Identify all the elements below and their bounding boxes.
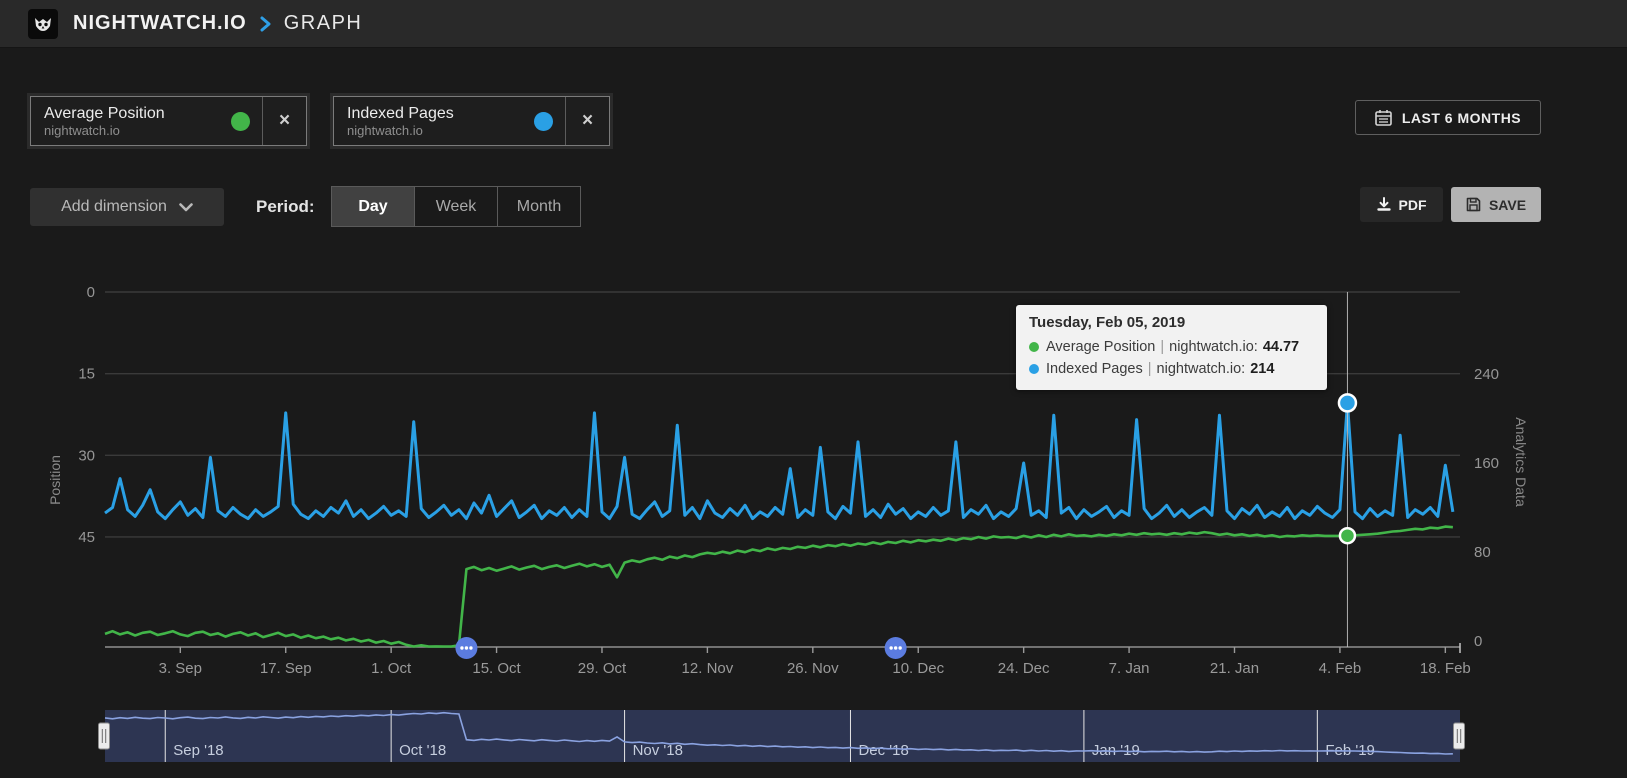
x-axis-tick-label: 4. Feb [1319, 660, 1362, 677]
left-axis-title: Position [47, 455, 63, 505]
x-axis-tick-label: 21. Jan [1210, 660, 1259, 677]
annotation-dot [460, 646, 463, 649]
annotation-dot [898, 646, 901, 649]
highlighted-point-indexed-pages[interactable] [1339, 394, 1356, 411]
x-axis-tick-label: 18. Feb [1420, 660, 1471, 677]
y-axis-tick-label: 15 [78, 366, 95, 383]
x-axis-tick-label: 10. Dec [892, 660, 944, 677]
range-handle-right[interactable] [1454, 723, 1465, 749]
x-axis-tick-label: 17. Sep [260, 660, 312, 677]
x-axis-tick-label: 29. Oct [578, 660, 627, 677]
range-handle-left[interactable] [99, 723, 110, 749]
annotation-dot [465, 646, 468, 649]
x-axis-tick-label: 26. Nov [787, 660, 839, 677]
tooltip-separator: | [1160, 336, 1164, 358]
average-position-line [105, 527, 1453, 647]
mini-month-label: Nov '18 [633, 742, 683, 759]
mini-month-label: Dec '18 [858, 742, 908, 759]
blue-dot-icon [1029, 364, 1039, 374]
tooltip-date: Tuesday, Feb 05, 2019 [1029, 314, 1314, 331]
right-axis-tick-label: 240 [1474, 366, 1499, 383]
annotation-dot [889, 646, 892, 649]
x-axis-tick-label: 15. Oct [472, 660, 521, 677]
mini-month-label: Oct '18 [399, 742, 446, 759]
annotation-dot [894, 646, 897, 649]
x-axis-tick-label: 3. Sep [159, 660, 202, 677]
chart-tooltip: Tuesday, Feb 05, 2019 Average Position |… [1016, 305, 1327, 390]
annotation-dot [469, 646, 472, 649]
nightwatch-dashboard: NIGHTWATCH.IO GRAPH Average Position nig… [0, 0, 1627, 778]
x-axis-tick-label: 1. Oct [371, 660, 412, 677]
right-axis-title: Analytics Data [1513, 417, 1529, 507]
y-axis-tick-label: 0 [87, 284, 95, 301]
mini-month-label: Sep '18 [173, 742, 223, 759]
indexed-pages-line [105, 403, 1453, 519]
tooltip-separator: | [1148, 358, 1152, 380]
analytics-chart: 0 15 30 45 240 160 80 0 3. Sep 17. Sep 1. Oct 15. O… [0, 0, 1627, 778]
y-axis-tick-label: 30 [78, 447, 95, 464]
tooltip-series-label: Indexed Pages [1046, 358, 1143, 380]
tooltip-value: 214 [1250, 358, 1274, 380]
x-axis-tick-label: 24. Dec [998, 660, 1050, 677]
tooltip-site: nightwatch.io: [1157, 358, 1246, 380]
tooltip-site: nightwatch.io: [1169, 336, 1258, 358]
right-axis-tick-label: 80 [1474, 544, 1491, 561]
tooltip-row-average-position: Average Position | nightwatch.io: 44.77 [1029, 336, 1314, 358]
highlighted-point-average-position[interactable] [1340, 528, 1355, 543]
right-axis-tick-label: 160 [1474, 455, 1499, 472]
right-axis-tick-label: 0 [1474, 633, 1482, 650]
tooltip-value: 44.77 [1263, 336, 1299, 358]
x-axis-tick-label: 7. Jan [1109, 660, 1150, 677]
y-axis-tick-label: 45 [78, 529, 95, 546]
tooltip-series-label: Average Position [1046, 336, 1155, 358]
tooltip-row-indexed-pages: Indexed Pages | nightwatch.io: 214 [1029, 358, 1314, 380]
green-dot-icon [1029, 342, 1039, 352]
x-axis-tick-label: 12. Nov [682, 660, 734, 677]
